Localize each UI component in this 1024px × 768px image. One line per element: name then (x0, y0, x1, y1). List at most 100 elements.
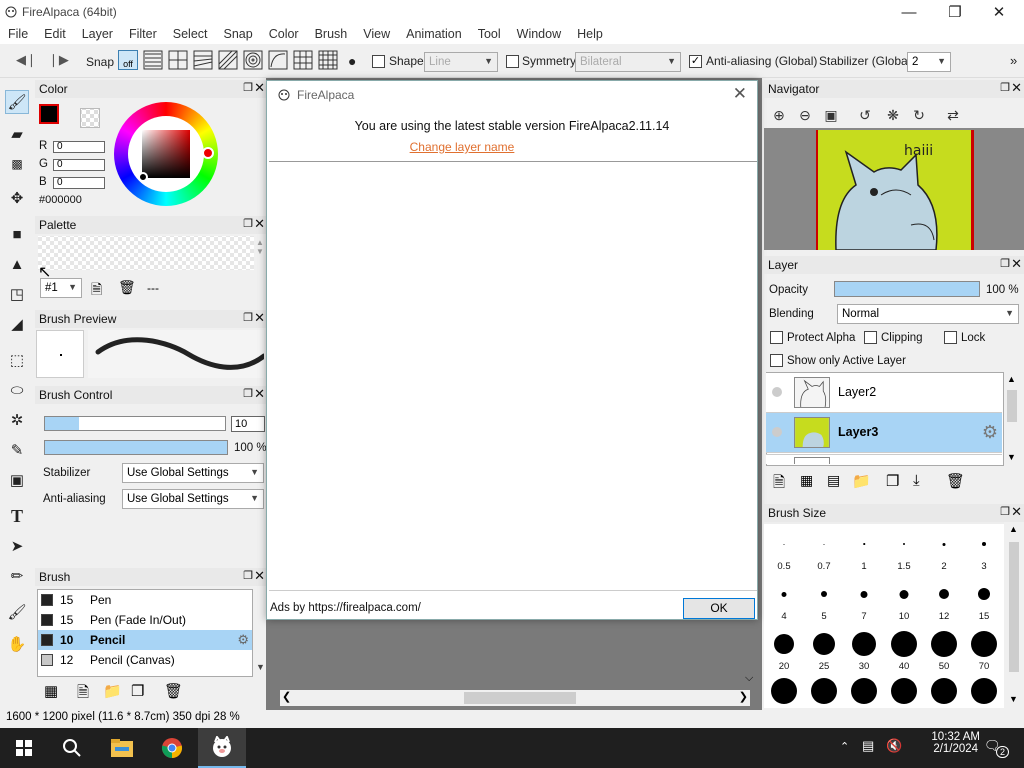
canvas-hscrollbar[interactable]: ❮ ❯ (280, 690, 750, 706)
symmetry-dropdown[interactable]: Bilateral ▼ (575, 52, 681, 72)
menu-tool[interactable]: Tool (470, 27, 509, 41)
r-input[interactable]: 0 (53, 141, 105, 153)
brush-size-cell[interactable]: 12 (924, 574, 964, 624)
close-icon[interactable]: ✕ (254, 80, 265, 96)
color-square[interactable] (142, 130, 190, 178)
maximize-button[interactable]: ❐ (932, 0, 978, 24)
menu-animation[interactable]: Animation (398, 27, 470, 41)
bucket-tool-icon[interactable]: ◳ (5, 282, 29, 306)
pin-icon[interactable]: ❐ (243, 569, 253, 582)
snap-perspective-icon[interactable] (293, 50, 313, 70)
scroll-left-icon[interactable]: ❮ (282, 690, 291, 703)
lasso-tool-icon[interactable]: ⬭ (5, 378, 29, 402)
ok-button[interactable]: OK (683, 598, 755, 619)
brush-size-cell[interactable]: 0.7 (804, 524, 844, 574)
brush-size-slider[interactable] (44, 416, 226, 431)
rotate-reset-icon[interactable]: ❋ (884, 106, 902, 124)
color-wheel[interactable] (114, 102, 218, 206)
show-hidden-icons-icon[interactable]: ⌃ (840, 740, 849, 753)
palette-scroll-arrows[interactable]: ▲ ▼ (256, 238, 264, 256)
prev-frame-icon[interactable]: ◀❘ (16, 52, 37, 68)
ad-area[interactable] (269, 161, 757, 591)
snap-dot-icon[interactable]: ● (348, 53, 356, 69)
rectangle-fill-tool-icon[interactable]: ■ (5, 222, 29, 246)
close-icon[interactable]: ✕ (1011, 256, 1022, 272)
brush-size-cell[interactable]: 1 (844, 524, 884, 574)
brush-folder-icon[interactable]: 📁 (103, 682, 122, 700)
menu-file[interactable]: File (0, 27, 36, 41)
clipping-checkbox[interactable] (864, 331, 877, 344)
pin-icon[interactable]: ❐ (1000, 505, 1010, 518)
new-layer-icon[interactable]: 🗎 (773, 472, 785, 497)
menu-layer[interactable]: Layer (74, 27, 121, 41)
dialog-close-icon[interactable]: ✕ (733, 84, 747, 104)
brush-size-cell[interactable]: 20 (764, 624, 804, 674)
blending-dropdown[interactable]: Normal ▼ (837, 304, 1019, 324)
brush-size-cell[interactable]: 7 (844, 574, 884, 624)
brush-size-cell[interactable]: 30 (844, 624, 884, 674)
new-8bit-layer-icon[interactable]: ▦ (800, 472, 813, 489)
menu-snap[interactable]: Snap (216, 27, 261, 41)
gradient-tool-icon[interactable]: ◢ (5, 312, 29, 336)
menu-color[interactable]: Color (261, 27, 307, 41)
select-pen-tool-icon[interactable]: ✎ (5, 438, 29, 462)
change-layer-name-link[interactable]: Change layer name (267, 140, 657, 154)
scroll-down-icon[interactable]: ▼ (1007, 452, 1016, 462)
stabilizer-dropdown[interactable]: 2 ▼ (907, 52, 951, 72)
new-folder-icon[interactable]: 📁 (852, 472, 871, 490)
saturation-handle[interactable] (138, 172, 148, 182)
pin-icon[interactable]: ❐ (1000, 81, 1010, 94)
close-icon[interactable]: ✕ (254, 386, 265, 402)
search-icon[interactable] (48, 728, 96, 768)
brush-size-cell[interactable]: 40 (884, 624, 924, 674)
brush-add-icon[interactable]: ▦ (44, 682, 58, 700)
delete-layer-icon[interactable]: 🗑 (946, 472, 965, 490)
minimize-button[interactable]: — (886, 0, 932, 24)
snap-circle-icon[interactable] (243, 50, 263, 70)
firealpaca-taskbar-icon[interactable] (198, 728, 246, 768)
brush-size-scrollbar[interactable]: ▲ ▼ (1006, 522, 1022, 708)
rotate-right-icon[interactable]: ↻ (910, 106, 928, 124)
select-eraser-tool-icon[interactable]: ▣ (5, 468, 29, 492)
snap-grid-icon[interactable] (318, 50, 338, 70)
snap-off-button[interactable]: off (118, 50, 138, 70)
brush-antialias-dropdown[interactable]: Use Global Settings ▼ (122, 489, 264, 509)
new-1bit-layer-icon[interactable]: ▤ (827, 472, 840, 489)
menu-edit[interactable]: Edit (36, 27, 74, 41)
layer-row[interactable]: Layer3 ⚙ (766, 413, 1002, 453)
snap-curve-icon[interactable] (268, 50, 288, 70)
navigator-preview[interactable]: haiii (764, 128, 1024, 250)
brush-size-cell[interactable] (924, 674, 964, 708)
brush-size-cell[interactable]: 50 (924, 624, 964, 674)
brush-size-cell[interactable]: 2 (924, 524, 964, 574)
next-frame-icon[interactable]: ❘▶ (48, 52, 69, 68)
menu-filter[interactable]: Filter (121, 27, 165, 41)
protect-alpha-checkbox[interactable] (770, 331, 783, 344)
layer-scrollbar[interactable]: ▲ ▼ (1004, 372, 1020, 466)
duplicate-layer-icon[interactable]: ❐ (886, 472, 899, 490)
brush-item-pen-fade[interactable]: 15 Pen (Fade In/Out) (38, 610, 252, 630)
eyedropper-tool-icon[interactable]: 🖌 (5, 600, 29, 624)
brush-size-cell[interactable]: 25 (804, 624, 844, 674)
show-active-layer-checkbox[interactable] (770, 354, 783, 367)
pin-icon[interactable]: ❐ (243, 311, 253, 324)
hue-handle[interactable] (202, 147, 214, 159)
close-icon[interactable]: ✕ (254, 216, 265, 232)
eraser-tool-icon[interactable]: ▰ (5, 122, 29, 146)
brush-tool-icon[interactable]: 🖌 (5, 90, 29, 114)
hex-value[interactable]: #000000 (39, 194, 82, 206)
text-tool-icon[interactable]: T (5, 504, 29, 528)
brush-size-cell[interactable] (804, 674, 844, 708)
clock[interactable]: 10:32 AM 2/1/2024 (931, 731, 980, 755)
scroll-down-icon[interactable]: ⌵ (745, 672, 753, 685)
menu-brush[interactable]: Brush (307, 27, 356, 41)
brush-stabilizer-dropdown[interactable]: Use Global Settings ▼ (122, 463, 264, 483)
shape-dropdown[interactable]: Line ▼ (424, 52, 498, 72)
delete-brush-icon[interactable]: 🗑 (164, 682, 183, 700)
snap-radial-icon[interactable] (218, 50, 238, 70)
brush-size-cell[interactable]: 15 (964, 574, 1004, 624)
flip-horizontal-icon[interactable]: ⇄ (944, 106, 962, 124)
shape-tool-icon[interactable]: ▲ (5, 252, 29, 276)
zoom-in-icon[interactable]: ⊕ (770, 106, 788, 124)
gear-icon[interactable]: ⚙ (982, 422, 998, 443)
